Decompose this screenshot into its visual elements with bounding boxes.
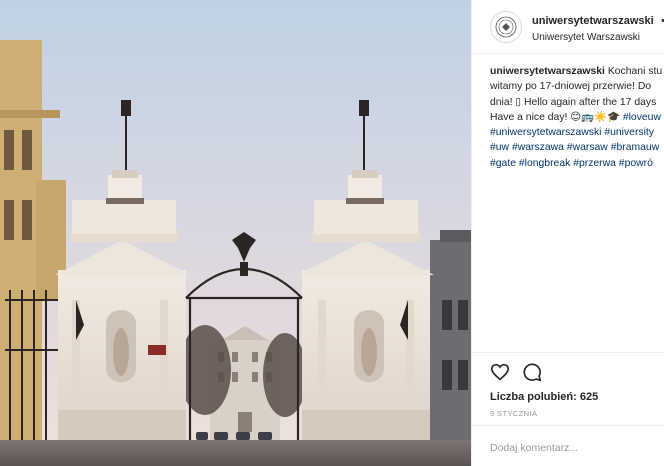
post-actions: Liczba polubień: 625 9 STYCZNIA <box>472 352 664 418</box>
post-caption: uniwersytetwarszawski Kochani stu witamy… <box>472 54 664 171</box>
caption-text-1: Kochani stu <box>607 66 663 77</box>
hashtag-loveuw[interactable]: #loveuw ❤ <box>623 112 664 123</box>
university-seal-icon <box>495 16 517 37</box>
location-link[interactable]: Uniwersytet Warszawski <box>532 32 664 43</box>
caption-line-4: Have a nice day! 😊🚌☀️🎓 #loveuw ❤ <box>490 110 664 125</box>
instagram-post: uniwersytetwarszawski • O Uniwersytet Wa… <box>0 0 664 466</box>
header-username[interactable]: uniwersytetwarszawski <box>532 15 654 27</box>
likes-count[interactable]: Liczba polubień: 625 <box>490 391 664 403</box>
comment-input[interactable] <box>490 442 650 454</box>
caption-username[interactable]: uniwersytetwarszawski <box>490 66 605 77</box>
action-icons <box>490 362 664 387</box>
like-button[interactable] <box>490 363 510 386</box>
post-side-panel: uniwersytetwarszawski • O Uniwersytet Wa… <box>471 0 664 466</box>
heart-icon <box>490 363 510 380</box>
post-photo[interactable] <box>0 0 471 466</box>
avatar[interactable] <box>490 10 522 43</box>
caption-line-1: uniwersytetwarszawski Kochani stu <box>490 64 664 79</box>
caption-line-3: dnia! ▯ Hello again after the 17 days <box>490 96 657 108</box>
comment-button[interactable] <box>522 362 542 387</box>
caption-text-4: Have a nice day! 😊🚌☀️🎓 <box>490 111 620 123</box>
post-date[interactable]: 9 STYCZNIA <box>490 409 664 418</box>
header-text: uniwersytetwarszawski • O Uniwersytet Wa… <box>532 11 664 43</box>
university-gate-photo <box>0 0 471 466</box>
hashtag-line-7[interactable]: #gate #longbreak #przerwa #powró <box>490 156 664 171</box>
caption-line-2: witamy po 17-dniowej przerwie! Do <box>490 81 652 93</box>
hashtag-line-5[interactable]: #uniwersytetwarszawski #university <box>490 125 664 140</box>
comment-box <box>472 425 664 466</box>
hashtag-line-6[interactable]: #uw #warszawa #warsaw #bramauw <box>490 140 664 155</box>
comment-icon <box>523 362 542 381</box>
post-header: uniwersytetwarszawski • O Uniwersytet Wa… <box>472 0 664 54</box>
